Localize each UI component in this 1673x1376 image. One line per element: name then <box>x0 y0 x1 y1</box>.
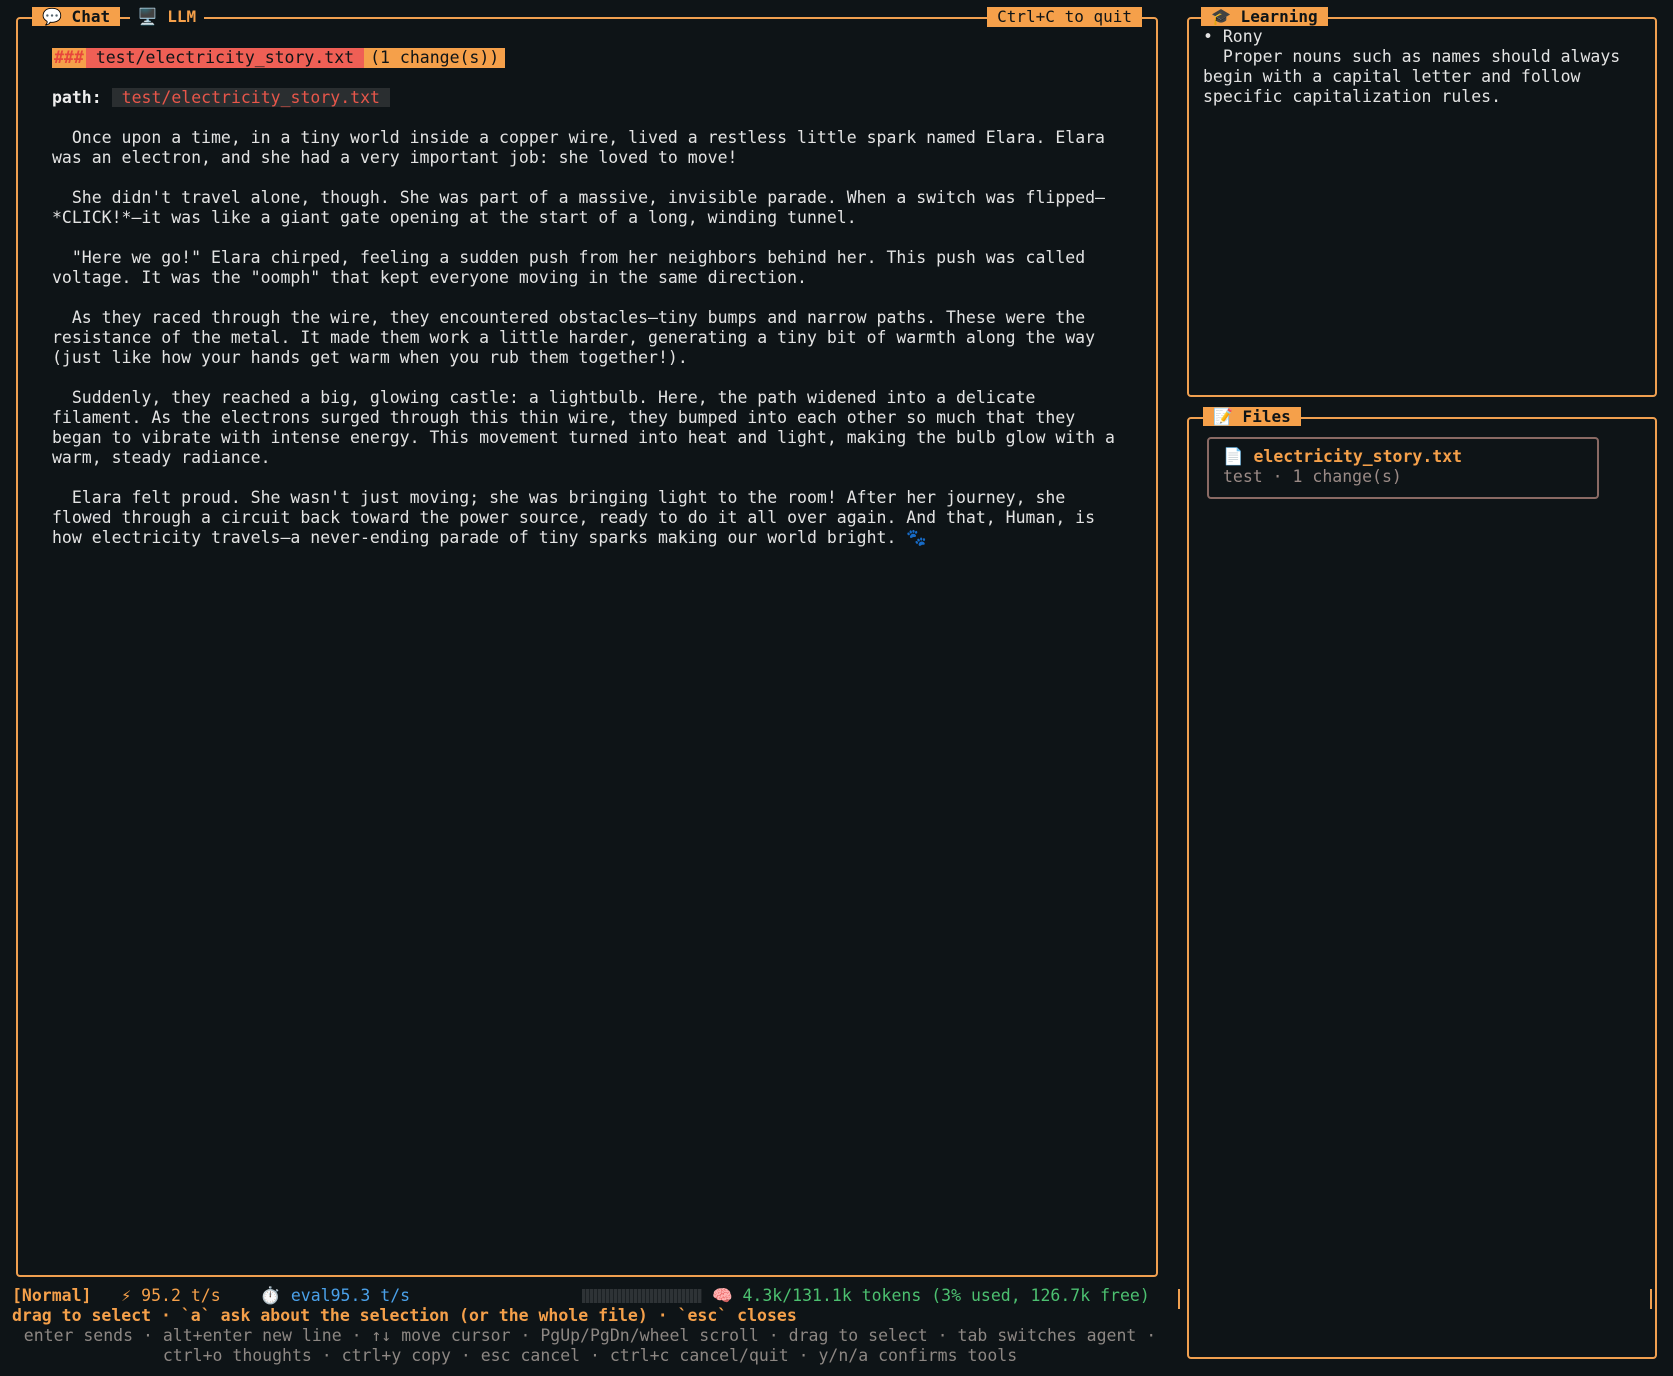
story-paragraph: Suddenly, they reached a big, glowing ca… <box>52 388 1125 467</box>
input-border-right <box>1650 1289 1652 1309</box>
tab-chat[interactable]: 💬 Chat <box>32 7 121 26</box>
files-panel: 📝 Files 📄 electricity_story.txt test · 1… <box>1187 407 1657 1359</box>
quit-hint: Ctrl+C to quit <box>987 7 1142 27</box>
header-changes: (1 change(s)) <box>364 48 506 68</box>
speed-readout: ⚡ 95.2 t/s <box>121 1286 221 1305</box>
path-value: test/electricity_story.txt <box>111 88 390 107</box>
story-paragraph: "Here we go!" Elara chirped, feeling a s… <box>52 248 1096 287</box>
story-paragraph: Once upon a time, in a tiny world inside… <box>52 128 1115 167</box>
file-card[interactable]: 📄 electricity_story.txt test · 1 change(… <box>1207 437 1599 499</box>
files-title: 📝 Files <box>1203 407 1301 426</box>
tab-llm[interactable]: 🖥️ LLM <box>129 7 205 26</box>
eval-readout: ⏱️ eval95.3 t/s <box>260 1286 411 1305</box>
learning-panel: 🎓 Learning • Rony Proper nouns such as n… <box>1187 7 1657 397</box>
files-title-wrap: 📝 Files <box>1203 407 1301 427</box>
file-view[interactable]: ### test/electricity_story.txt (1 change… <box>52 48 1132 548</box>
chat-panel: 💬 Chat 🖥️ LLM Ctrl+C to quit ### test/el… <box>16 7 1158 1277</box>
mode-indicator: [Normal] <box>12 1286 92 1305</box>
file-card-name: 📄 electricity_story.txt <box>1223 447 1463 466</box>
learning-content: • Rony Proper nouns such as names should… <box>1203 27 1643 107</box>
selection-hint: drag to select · `a` ask about the selec… <box>12 1306 797 1325</box>
status-bar: [Normal] ⚡ 95.2 t/s ⏱️ eval95.3 t/s 🧠 4.… <box>12 1286 1172 1306</box>
file-card-meta: test · 1 change(s) <box>1223 467 1402 486</box>
path-label: path: <box>52 88 102 107</box>
learning-bullet: • Rony <box>1203 27 1263 46</box>
help-line: enter sends · alt+enter new line · ↑↓ mo… <box>23 1326 1157 1345</box>
header-filename: test/electricity_story.txt <box>85 48 365 68</box>
story-paragraph: As they raced through the wire, they enc… <box>52 308 1105 367</box>
learning-title-wrap: 🎓 Learning <box>1201 7 1328 27</box>
input-border-left <box>1178 1289 1180 1309</box>
panel-tabs: 💬 Chat 🖥️ LLM <box>32 7 205 27</box>
story-paragraph: She didn't travel alone, though. She was… <box>52 188 1105 227</box>
learning-title: 🎓 Learning <box>1201 7 1328 26</box>
file-header: ### test/electricity_story.txt (1 change… <box>52 48 1132 68</box>
context-meter <box>582 1289 702 1303</box>
learning-text: Proper nouns such as names should always… <box>1203 47 1631 106</box>
path-line: path: test/electricity_story.txt <box>52 88 1132 108</box>
story-paragraph: Elara felt proud. She wasn't just moving… <box>52 488 1105 547</box>
token-usage: 🧠 4.3k/131.1k tokens (3% used, 126.7k fr… <box>712 1286 1150 1305</box>
header-hashes: ### <box>52 48 86 68</box>
help-line: ctrl+o thoughts · ctrl+y copy · esc canc… <box>162 1346 1018 1365</box>
